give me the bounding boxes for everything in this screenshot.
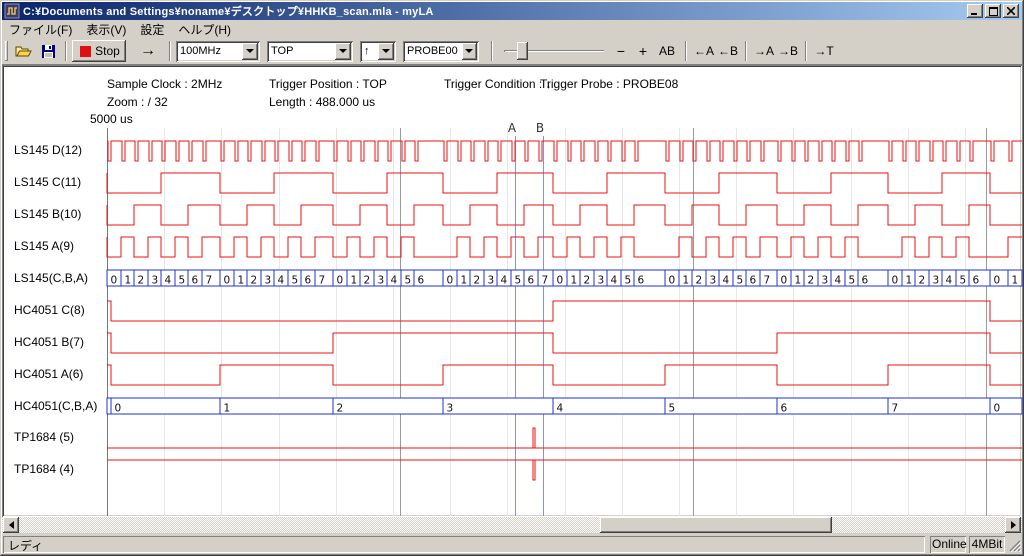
sample-clock-value: 100MHz — [176, 45, 240, 57]
toolbar-separator — [745, 41, 747, 61]
titlebar[interactable]: C:¥Documents and Settings¥noname¥デスクトップ¥… — [2, 2, 1022, 20]
open-button[interactable] — [12, 40, 36, 62]
channel-label: HC4051(C,B,A) — [14, 399, 97, 413]
info-length: Length : 488.000 us — [269, 95, 375, 109]
status-memory: 4MBit — [969, 536, 1005, 553]
toolbar-separator — [65, 41, 67, 61]
save-button[interactable] — [36, 40, 60, 62]
info-trigger-probe: Trigger Probe : PROBE08 — [540, 77, 678, 91]
channel-label: TP1684 (4) — [14, 462, 74, 476]
single-run-button[interactable]: → — [132, 40, 164, 62]
toolbar-separator — [169, 41, 171, 61]
window-title: C:¥Documents and Settings¥noname¥デスクトップ¥… — [23, 3, 967, 19]
stop-label: Stop — [95, 44, 120, 58]
resize-grip[interactable] — [1007, 538, 1021, 552]
status-online: Online — [930, 536, 966, 553]
statusbar: レディ Online 4MBit — [2, 534, 1022, 554]
scrollbar-thumb[interactable] — [600, 517, 832, 533]
info-sample-clock: Sample Clock : 2MHz — [107, 77, 222, 91]
menu-settings[interactable]: 設定 — [133, 20, 171, 39]
close-button[interactable] — [1003, 4, 1019, 18]
stop-button[interactable]: Stop — [72, 40, 126, 62]
goto-marker-a-button[interactable]: ←A — [692, 40, 716, 62]
time-scale-label: 5000 us — [90, 112, 133, 126]
toolbar-separator — [491, 41, 493, 61]
app-window: C:¥Documents and Settings¥noname¥デスクトップ¥… — [0, 0, 1024, 556]
channel-label: HC4051 C(8) — [14, 303, 85, 317]
horizontal-scrollbar[interactable] — [2, 517, 1022, 533]
menu-view[interactable]: 表示(V) — [79, 20, 133, 39]
triangle-left-icon — [5, 521, 14, 529]
trigger-position-value: TOP — [267, 45, 333, 57]
trigger-edge-value: ↑ — [360, 45, 376, 57]
channel-label: LS145 A(9) — [14, 239, 74, 253]
trigger-probe-value: PROBE00 — [403, 45, 460, 57]
zoom-in-button[interactable]: + — [632, 40, 654, 62]
chevron-down-icon[interactable] — [242, 43, 258, 60]
chevron-down-icon[interactable] — [335, 43, 351, 60]
status-ready: レディ — [3, 536, 925, 553]
app-icon — [4, 3, 20, 19]
toolbar-separator — [685, 41, 687, 61]
set-marker-a-button[interactable]: →A — [752, 40, 776, 62]
trigger-position-combo[interactable]: TOP — [267, 41, 353, 62]
channel-label: HC4051 B(7) — [14, 335, 84, 349]
trigger-probe-combo[interactable]: PROBE00 — [403, 41, 479, 62]
chevron-down-icon[interactable] — [462, 43, 477, 60]
waveform-panel[interactable] — [2, 65, 1022, 517]
channel-label: LS145 C(11) — [14, 175, 81, 189]
channel-label: TP1684 (5) — [14, 430, 74, 444]
goto-trigger-button[interactable]: →T — [812, 40, 836, 62]
channel-label: HC4051 A(6) — [14, 367, 83, 381]
info-trigger-condition: Trigger Condition : ↓ — [444, 77, 552, 91]
toolbar-grip[interactable] — [5, 41, 8, 61]
zoom-slider-thumb[interactable] — [517, 42, 528, 60]
toolbar: Stop → 100MHz TOP ↑ PROBE00 − + AB — [2, 38, 1022, 65]
chevron-down-icon[interactable] — [378, 43, 394, 60]
menu-help[interactable]: ヘルプ(H) — [171, 20, 238, 39]
open-folder-icon — [15, 44, 33, 58]
goto-marker-b-button[interactable]: ←B — [716, 40, 740, 62]
channel-label: LS145(C,B,A) — [14, 271, 88, 285]
stop-icon — [80, 46, 91, 57]
scroll-left-button[interactable] — [3, 517, 19, 533]
info-zoom: Zoom : / 32 — [107, 95, 168, 109]
menu-file[interactable]: ファイル(F) — [2, 20, 79, 39]
channel-label: LS145 D(12) — [14, 143, 82, 157]
info-trigger-position: Trigger Position : TOP — [269, 77, 387, 91]
toolbar-separator — [805, 41, 807, 61]
floppy-icon — [41, 44, 56, 59]
menubar: ファイル(F) 表示(V) 設定 ヘルプ(H) — [2, 20, 1022, 38]
channel-label: LS145 B(10) — [14, 207, 81, 221]
set-marker-b-button[interactable]: →B — [776, 40, 800, 62]
minimize-button[interactable] — [967, 4, 983, 18]
zoom-out-button[interactable]: − — [610, 40, 632, 62]
sample-clock-combo[interactable]: 100MHz — [176, 41, 260, 62]
triangle-right-icon — [1011, 521, 1020, 529]
zoom-ab-button[interactable]: AB — [654, 40, 680, 62]
trigger-edge-combo[interactable]: ↑ — [360, 41, 396, 62]
maximize-button[interactable] — [985, 4, 1001, 18]
zoom-slider[interactable] — [504, 41, 604, 61]
run-arrow-icon: → — [140, 44, 156, 58]
scroll-right-button[interactable] — [1005, 517, 1021, 533]
